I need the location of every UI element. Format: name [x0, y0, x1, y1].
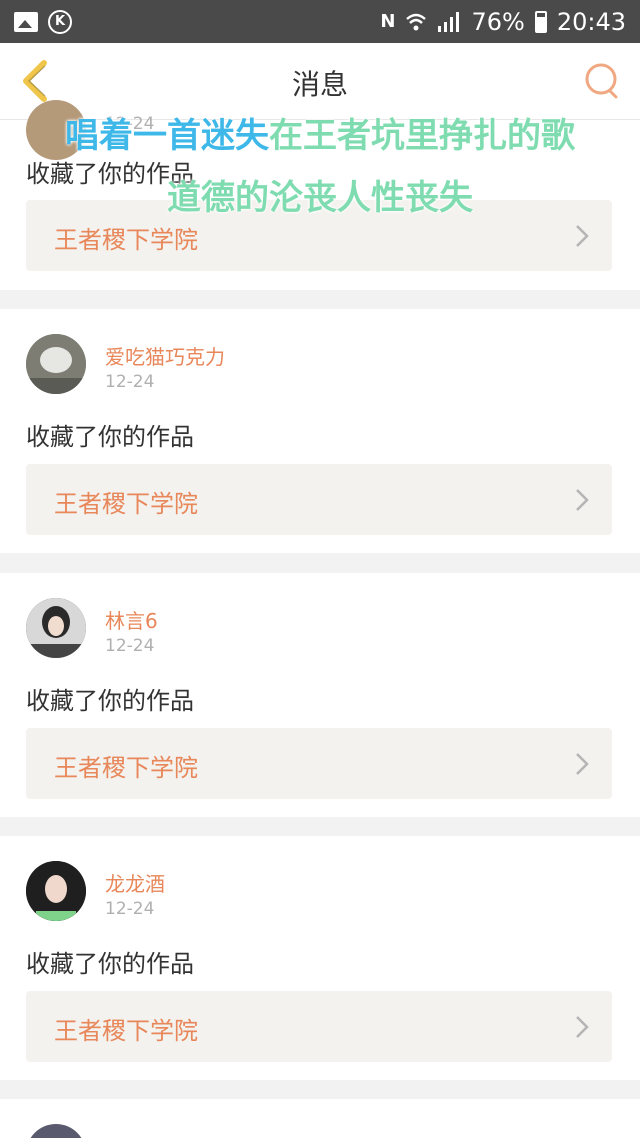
work-title: 王者稷下学院 — [54, 226, 198, 254]
signal-icon — [438, 11, 460, 32]
battery-icon — [534, 10, 547, 33]
avatar[interactable] — [26, 334, 86, 394]
message-date: 12-24 — [105, 372, 155, 392]
avatar-image — [26, 861, 86, 921]
page-title: 消息 — [291, 68, 348, 101]
battery-percent: 76% — [471, 7, 525, 36]
username[interactable]: 林言6 — [105, 605, 158, 634]
avatar[interactable] — [26, 598, 86, 658]
work-link[interactable]: 王者稷下学院 — [26, 728, 612, 799]
message-card: 龙龙酒 12-24 收藏了你的作品 王者稷下学院 — [0, 836, 640, 1080]
overlay-highlight-text: 唱着一首迷失 — [65, 116, 269, 156]
message-date: 12-24 — [105, 636, 155, 656]
nfc-icon: N — [380, 11, 396, 32]
avatar[interactable] — [26, 1124, 86, 1138]
clock: 20:43 — [556, 7, 626, 36]
search-icon[interactable] — [582, 61, 622, 101]
gallery-icon — [14, 11, 38, 32]
work-title: 王者稷下学院 — [54, 1017, 198, 1045]
avatar-image — [26, 598, 86, 658]
message-card: 爱吃猫巧克力 12-24 收藏了你的作品 王者稷下学院 — [0, 309, 640, 553]
status-bar: K N 76% 20:43 — [0, 0, 640, 43]
message-card: 林言6 12-24 收藏了你的作品 王者稷下学院 — [0, 573, 640, 817]
wifi-icon — [406, 13, 427, 30]
work-title: 王者稷下学院 — [54, 754, 198, 782]
overlay-rest-text: 在王者坑里挣扎的歌 — [269, 116, 575, 156]
message-card — [0, 1099, 640, 1138]
chevron-right-icon — [576, 225, 589, 247]
message-action-text: 收藏了你的作品 — [26, 687, 194, 715]
chevron-right-icon — [576, 1016, 589, 1038]
message-date: 12-24 — [105, 899, 155, 919]
username[interactable]: 龙龙酒 — [105, 868, 165, 897]
chevron-right-icon — [576, 489, 589, 511]
k-app-icon: K — [48, 9, 72, 34]
avatar[interactable] — [26, 861, 86, 921]
overlay-caption-line2: 道德的沦丧人性丧失 — [167, 178, 473, 218]
overlay-caption-line1: 唱着一首迷失在王者坑里挣扎的歌 — [0, 108, 640, 157]
work-title: 王者稷下学院 — [54, 490, 198, 518]
work-link[interactable]: 王者稷下学院 — [26, 991, 612, 1062]
avatar-image — [26, 334, 86, 394]
message-action-text: 收藏了你的作品 — [26, 423, 194, 451]
chevron-right-icon — [576, 753, 589, 775]
message-action-text: 收藏了你的作品 — [26, 950, 194, 978]
work-link[interactable]: 王者稷下学院 — [26, 464, 612, 535]
username[interactable]: 爱吃猫巧克力 — [105, 341, 225, 370]
